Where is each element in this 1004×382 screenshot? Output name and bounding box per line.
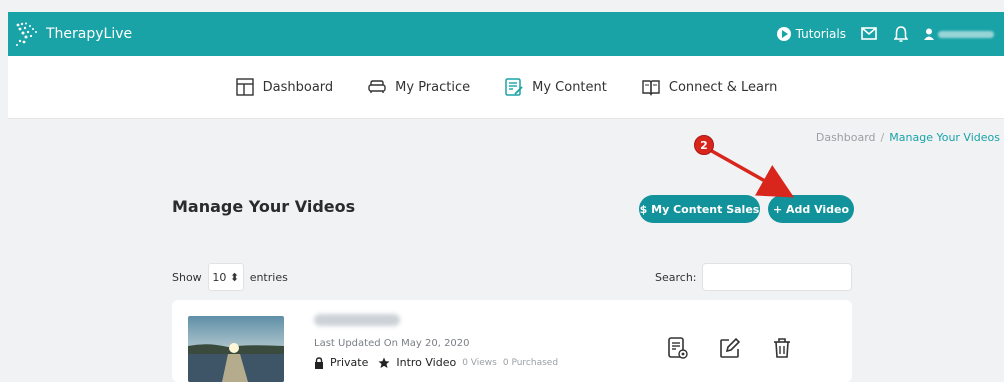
edit-icon[interactable] [718, 336, 742, 360]
user-menu[interactable] [924, 28, 994, 40]
breadcrumb-current: Manage Your Videos [889, 131, 1000, 144]
dashboard-icon [235, 78, 254, 96]
star-icon [378, 357, 390, 368]
nav-dashboard[interactable]: Dashboard [235, 77, 334, 97]
nav-connect-learn[interactable]: Connect & Learn [641, 77, 778, 97]
lock-icon [315, 356, 323, 369]
add-video-button[interactable]: + Add Video [768, 195, 854, 223]
page-title: Manage Your Videos [172, 197, 356, 216]
play-icon [776, 27, 791, 41]
search-label: Search: [655, 271, 697, 284]
entries-select[interactable]: 10 ⬍ [207, 263, 244, 291]
nav-label: Dashboard [262, 79, 334, 95]
content-edit-icon [505, 78, 523, 96]
search-input[interactable] [702, 263, 852, 291]
purchased-count: 0 Purchased [502, 357, 559, 368]
video-actions [666, 336, 794, 360]
show-label: Show [172, 270, 202, 284]
video-meta: Private Intro Video 0 Views 0 Purchased [314, 356, 558, 369]
user-name-blurred [938, 30, 994, 38]
my-content-sales-button[interactable]: $ My Content Sales [639, 195, 760, 223]
nav-label: Connect & Learn [668, 79, 778, 95]
brand[interactable]: TherapyLive [14, 21, 132, 47]
views-count: 0 Views [462, 357, 497, 368]
breadcrumb-root[interactable]: Dashboard [816, 131, 876, 144]
user-icon [924, 28, 934, 40]
tutorials-label: Tutorials [795, 27, 846, 41]
step-badge: 2 [694, 135, 714, 155]
main-nav: Dashboard My Practice My Content Connect… [8, 56, 1004, 119]
app-name: TherapyLive [46, 26, 133, 42]
nav-label: My Content [532, 79, 607, 95]
video-updated-date: Last Updated On May 20, 2020 [314, 338, 470, 349]
video-row: Last Updated On May 20, 2020 Private Int… [172, 300, 852, 382]
nav-my-content[interactable]: My Content [504, 77, 607, 97]
therapylive-logo-icon [16, 22, 37, 46]
nav-label: My Practice [395, 79, 471, 95]
trash-icon[interactable] [770, 336, 794, 360]
top-bar: TherapyLive Tutorials [8, 12, 1004, 56]
bell-icon[interactable] [892, 25, 910, 43]
preview-icon[interactable] [666, 336, 690, 360]
entries-length-control: Show 10 ⬍ entries [172, 263, 288, 291]
nav-my-practice[interactable]: My Practice [367, 77, 470, 97]
video-type: Intro Video [396, 356, 457, 369]
breadcrumb: Dashboard / Manage Your Videos [816, 131, 1000, 144]
sofa-icon [368, 80, 386, 93]
book-icon [642, 80, 660, 96]
video-title-blurred [314, 314, 400, 326]
video-thumbnail[interactable] [188, 316, 284, 382]
entries-label: entries [249, 270, 288, 284]
privacy-status: Private [330, 356, 369, 369]
breadcrumb-separator: / [880, 131, 885, 144]
mail-icon[interactable] [860, 25, 878, 43]
tutorials-link[interactable]: Tutorials [776, 27, 846, 41]
